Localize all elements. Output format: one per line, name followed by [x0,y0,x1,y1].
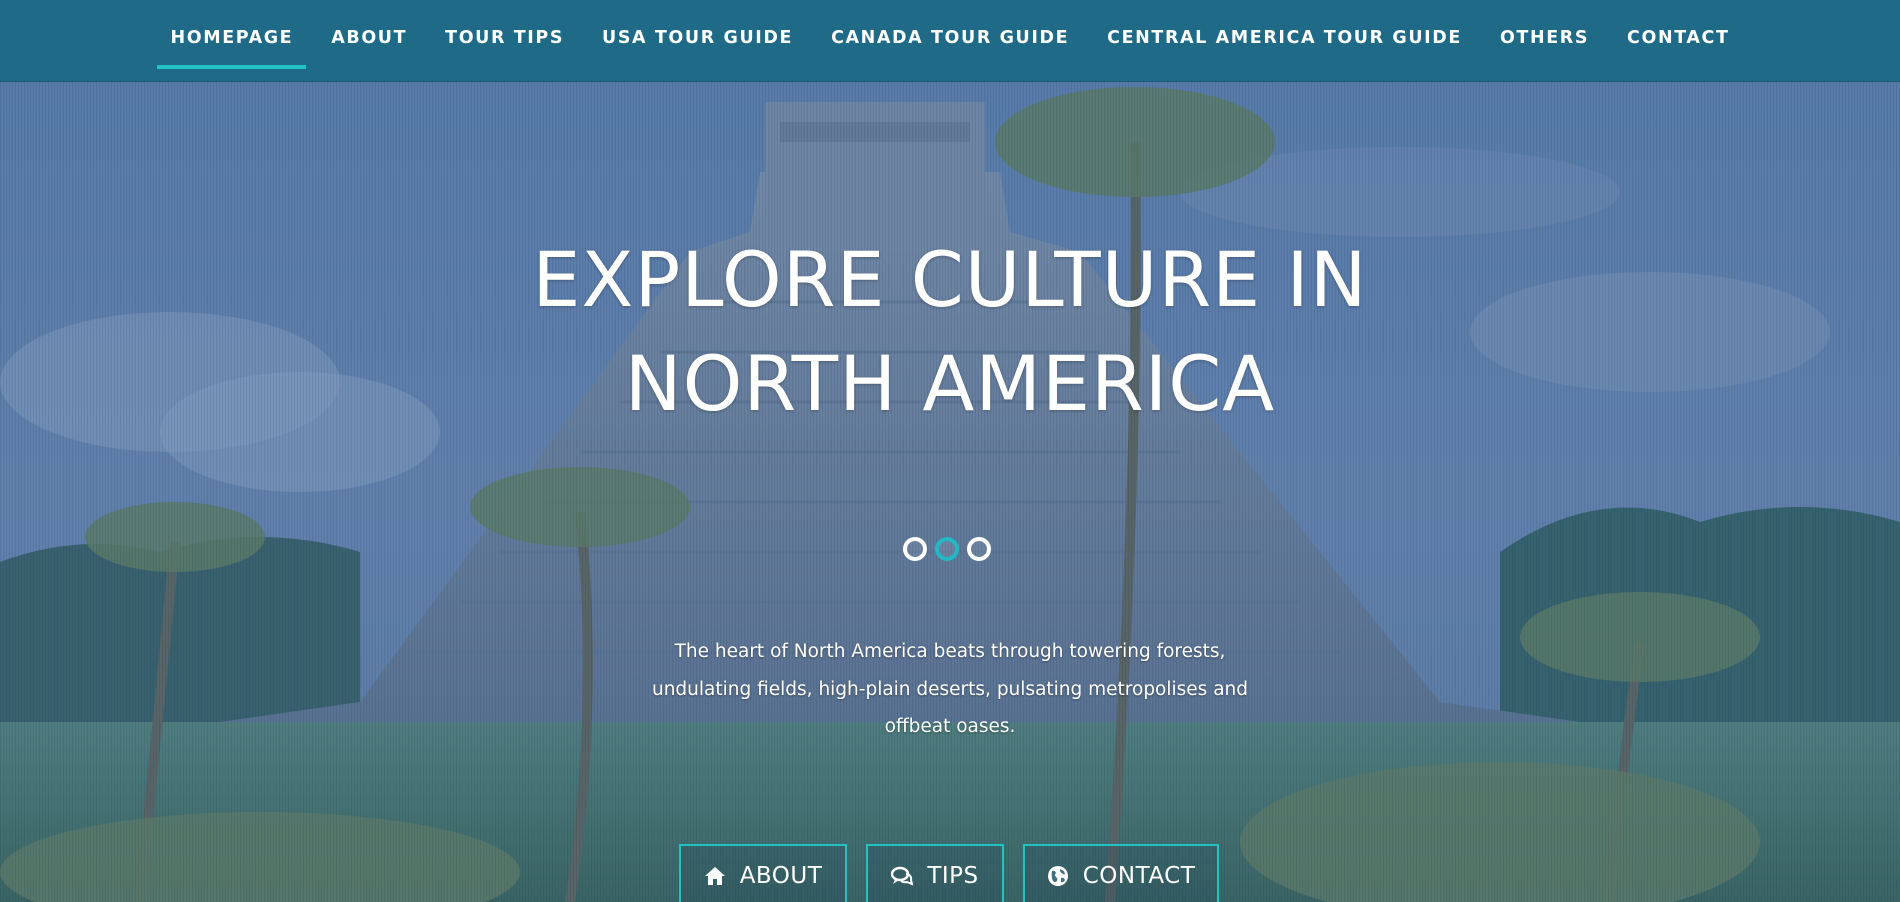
contact-button[interactable]: CONTACT [1023,844,1219,902]
hero-title: EXPLORE CULTURE IN NORTH AMERICA [450,228,1450,436]
slider-dot-1[interactable] [903,537,927,561]
hero-description: The heart of North America beats through… [620,633,1280,746]
tips-button-label: TIPS [927,862,979,889]
nav-item-tour-tips[interactable]: TOUR TIPS [432,0,577,82]
nav-item-canada-tour-guide[interactable]: CANADA TOUR GUIDE [818,0,1082,82]
slider-pagination [903,537,991,561]
globe-icon [1047,865,1069,887]
nav-item-about[interactable]: ABOUT [318,0,420,82]
page: HOMEPAGE ABOUT TOUR TIPS USA TOUR GUIDE … [0,0,1900,902]
nav-item-others[interactable]: OTHERS [1487,0,1602,82]
nav-item-usa-tour-guide[interactable]: USA TOUR GUIDE [589,0,806,82]
top-navbar: HOMEPAGE ABOUT TOUR TIPS USA TOUR GUIDE … [0,0,1900,82]
tips-button[interactable]: TIPS [866,844,1004,902]
hero-cta-buttons: ABOUT TIPS CONTACT [679,844,1219,902]
hero-description-line3: offbeat oases. [884,716,1016,737]
home-icon [704,865,726,887]
nav-item-homepage[interactable]: HOMEPAGE [157,0,307,82]
hero-title-line2: NORTH AMERICA [624,339,1276,428]
hero-description-line2: undulating fields, high-plain deserts, p… [651,678,1249,700]
nav-item-central-america-tour-guide[interactable]: CENTRAL AMERICA TOUR GUIDE [1094,0,1475,82]
slider-dot-2[interactable] [935,537,959,561]
hero-slider: EXPLORE CULTURE IN NORTH AMERICA The hea… [0,82,1900,902]
hero-title-line1: EXPLORE CULTURE IN [532,235,1368,324]
slider-dot-3[interactable] [967,537,991,561]
about-button-label: ABOUT [739,862,823,889]
comments-icon [891,865,914,887]
hero-scanline-overlay [0,82,1900,902]
contact-button-label: CONTACT [1082,862,1196,889]
nav-menu: HOMEPAGE ABOUT TOUR TIPS USA TOUR GUIDE … [0,0,1900,82]
hero-description-line1: The heart of North America beats through… [674,641,1226,662]
nav-item-contact[interactable]: CONTACT [1614,0,1742,82]
about-button[interactable]: ABOUT [679,844,847,902]
